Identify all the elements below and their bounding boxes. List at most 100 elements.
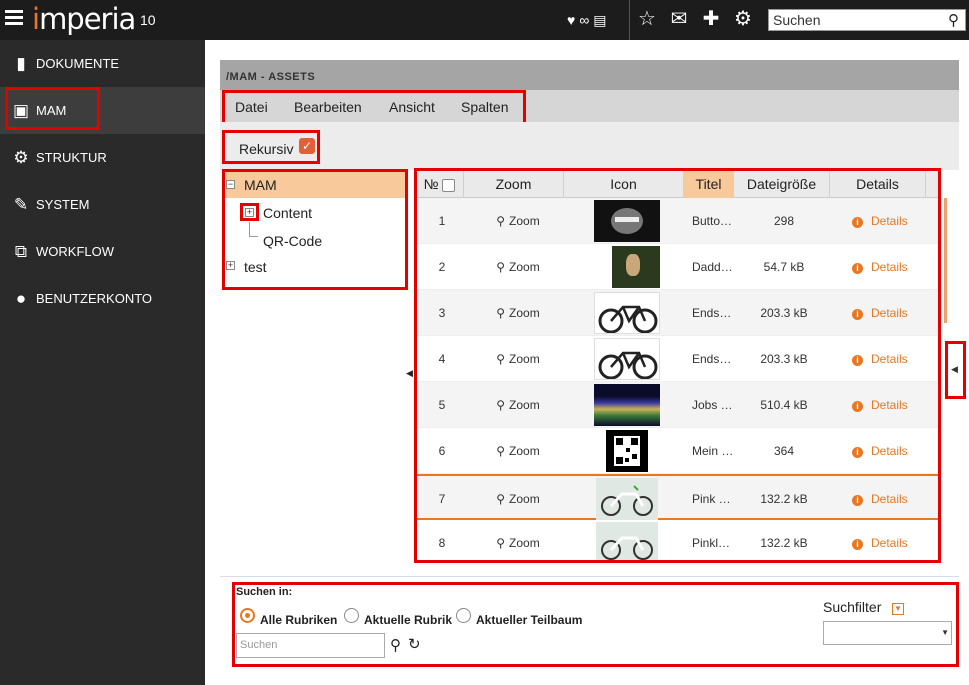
- sidebar-item-mam[interactable]: ▣ MAM: [0, 87, 205, 134]
- asset-thumbnail: [594, 200, 660, 242]
- col-size[interactable]: Dateigröße: [734, 170, 830, 198]
- table-row[interactable]: 6 ⚲ Zoom Mein … 364 i Details: [416, 428, 939, 474]
- search-filter-label: Suchfilter: [823, 599, 882, 615]
- asset-search-input[interactable]: Suchen: [236, 633, 385, 658]
- zoom-link[interactable]: ⚲ Zoom: [468, 476, 568, 522]
- asset-thumbnail: [594, 384, 660, 426]
- col-title[interactable]: Titel: [684, 170, 734, 198]
- col-no[interactable]: №: [416, 170, 464, 198]
- image-icon: ▣: [12, 100, 30, 120]
- search-icon: ⚲: [496, 492, 506, 506]
- sitemap-icon: ⧉: [14, 241, 28, 261]
- menu-ansicht[interactable]: Ansicht: [389, 99, 435, 115]
- asset-grid: № Zoom Icon Titel Dateigröße Details 1 ⚲…: [416, 170, 939, 562]
- recursive-checkbox[interactable]: ✓: [299, 138, 315, 154]
- version-label: 10: [140, 12, 156, 28]
- zoom-link[interactable]: ⚲ Zoom: [468, 382, 568, 428]
- collapse-left-icon[interactable]: ◀: [406, 368, 413, 379]
- toolbar: [220, 122, 959, 170]
- menu-bar: Datei Bearbeiten Ansicht Spalten: [220, 90, 959, 122]
- grid-header: № Zoom Icon Titel Dateigröße Details: [416, 170, 939, 198]
- radio-all-categories[interactable]: [240, 608, 255, 623]
- star-icon[interactable]: ☆: [636, 6, 658, 31]
- table-row[interactable]: 2 ⚲ Zoom Dadd… 54.7 kB i Details: [416, 244, 939, 290]
- zoom-link[interactable]: ⚲ Zoom: [468, 428, 568, 474]
- menu-datei[interactable]: Datei: [235, 99, 268, 115]
- dropdown-icon[interactable]: ▼: [892, 603, 904, 615]
- document-icon: ▮: [16, 53, 26, 73]
- sidebar-item-dokumente[interactable]: ▮ DOKUMENTE: [0, 40, 205, 87]
- search-icon: ⚲: [496, 536, 506, 550]
- sidebar-item-workflow[interactable]: ⧉ WORKFLOW: [0, 228, 205, 275]
- grid-scrollbar[interactable]: [944, 198, 947, 323]
- search-icon: ⚲: [496, 306, 506, 320]
- info-icon: i: [852, 355, 863, 366]
- wrench-icon: ✎: [13, 194, 29, 214]
- expand-icon[interactable]: +: [245, 208, 254, 217]
- select-all-checkbox[interactable]: [442, 178, 456, 192]
- refresh-icon[interactable]: ↻: [408, 635, 421, 653]
- search-filter-select[interactable]: ▼: [823, 621, 952, 645]
- mail-icon[interactable]: ✉: [668, 6, 690, 31]
- global-search-input[interactable]: Suchen ⚲: [768, 9, 966, 31]
- search-icon: ⚲: [496, 214, 506, 228]
- zoom-link[interactable]: ⚲ Zoom: [468, 290, 568, 336]
- details-link[interactable]: i Details: [832, 198, 932, 244]
- table-row[interactable]: 4 ⚲ Zoom Ends… 203.3 kB i Details: [416, 336, 939, 382]
- info-icon: i: [852, 495, 863, 506]
- table-row[interactable]: 8 ⚲ Zoom Pinkl… 132.2 kB i Details: [416, 520, 939, 562]
- collapse-icon[interactable]: −: [226, 180, 235, 189]
- document-icon[interactable]: ▤: [593, 10, 606, 30]
- details-link[interactable]: i Details: [832, 290, 932, 336]
- arrow-left-icon: ◀: [951, 364, 958, 374]
- search-icon: ⚲: [496, 260, 506, 274]
- radio-current-category[interactable]: [344, 608, 359, 623]
- tree-node-content[interactable]: Content: [263, 205, 312, 221]
- details-link[interactable]: i Details: [832, 428, 932, 474]
- tree-node-mam[interactable]: MAM: [244, 177, 277, 193]
- search-icon: ⚲: [496, 352, 506, 366]
- zoom-link[interactable]: ⚲ Zoom: [468, 520, 568, 562]
- search-icon[interactable]: ⚲: [948, 11, 959, 29]
- tree-node-qr-code[interactable]: QR-Code: [263, 233, 322, 249]
- asset-thumbnail: [594, 338, 660, 380]
- sidebar-item-benutzerkonto[interactable]: ● BENUTZERKONTO: [0, 275, 205, 322]
- zoom-link[interactable]: ⚲ Zoom: [468, 244, 568, 290]
- zoom-link[interactable]: ⚲ Zoom: [468, 198, 568, 244]
- sidebar-item-system[interactable]: ✎ SYSTEM: [0, 181, 205, 228]
- details-link[interactable]: i Details: [832, 476, 932, 522]
- heart-icon[interactable]: ♥: [567, 10, 575, 30]
- info-icon: i: [852, 309, 863, 320]
- menu-bearbeiten[interactable]: Bearbeiten: [294, 99, 362, 115]
- table-row[interactable]: 7 ⚲ Zoom Pink … 132.2 kB i Details: [416, 474, 939, 520]
- gear-icon[interactable]: ⚙: [732, 6, 754, 31]
- sidebar-item-struktur[interactable]: ⚙ STRUKTUR: [0, 134, 205, 181]
- details-link[interactable]: i Details: [832, 520, 932, 562]
- details-link[interactable]: i Details: [832, 382, 932, 428]
- divider: [629, 0, 630, 40]
- collapse-right-panel[interactable]: ◀: [946, 342, 965, 398]
- chevron-down-icon: ▼: [941, 628, 949, 637]
- tree-node-test[interactable]: test: [244, 259, 267, 275]
- details-link[interactable]: i Details: [832, 336, 932, 382]
- search-icon[interactable]: ⚲: [390, 636, 401, 654]
- page-title: /MAM - ASSETS: [220, 60, 959, 90]
- glasses-icon[interactable]: ∞: [579, 10, 589, 30]
- info-icon: i: [852, 263, 863, 274]
- top-bar: imperia 10 ♥ ∞ ▤ ☆ ✉ ✚ ⚙ Suchen ⚲: [0, 0, 969, 40]
- puzzle-icon[interactable]: ✚: [700, 6, 722, 31]
- expand-icon[interactable]: +: [226, 261, 235, 270]
- details-link[interactable]: i Details: [832, 244, 932, 290]
- zoom-link[interactable]: ⚲ Zoom: [468, 336, 568, 382]
- asset-thumbnail: [606, 430, 648, 472]
- radio-current-subtree[interactable]: [456, 608, 471, 623]
- hamburger-menu-icon[interactable]: [5, 10, 23, 26]
- col-details[interactable]: Details: [830, 170, 926, 198]
- table-row[interactable]: 3 ⚲ Zoom Ends… 203.3 kB i Details: [416, 290, 939, 336]
- menu-spalten[interactable]: Spalten: [461, 99, 508, 115]
- table-row[interactable]: 5 ⚲ Zoom Jobs … 510.4 kB i Details: [416, 382, 939, 428]
- table-row[interactable]: 1 ⚲ Zoom Butto… 298 i Details: [416, 198, 939, 244]
- search-icon: ⚲: [496, 398, 506, 412]
- col-zoom[interactable]: Zoom: [464, 170, 564, 198]
- col-icon[interactable]: Icon: [564, 170, 684, 198]
